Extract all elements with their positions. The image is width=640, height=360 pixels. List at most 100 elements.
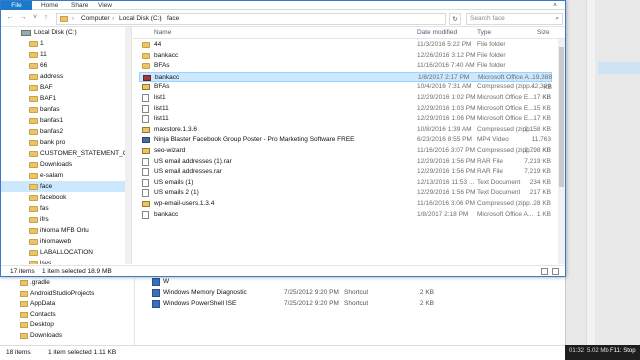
file-tab[interactable]: File bbox=[1, 1, 32, 10]
nav-item[interactable]: 1 bbox=[1, 38, 126, 49]
nav-item[interactable]: fas bbox=[1, 203, 126, 214]
nav-item[interactable]: ihiomaweb bbox=[1, 236, 126, 247]
zip-icon bbox=[142, 201, 150, 207]
file-type: Text Document bbox=[477, 178, 521, 186]
file-row[interactable]: list1 12/29/2016 1:02 PM Microsoft Office … bbox=[139, 93, 552, 104]
nav-item-label: LABALLOCATION bbox=[40, 249, 93, 256]
nav-item-label: address bbox=[40, 73, 64, 80]
nav-item-label: CUSTOMER_STATEMENT_OF_AC bbox=[40, 150, 126, 157]
breadcrumb-local-disk[interactable]: Local Disk (C:) bbox=[119, 14, 162, 24]
folder-icon bbox=[29, 195, 38, 201]
nav-item-label: fas bbox=[40, 205, 49, 212]
folder-icon bbox=[29, 239, 38, 245]
nav-item[interactable]: bank pro bbox=[1, 137, 126, 148]
file-row[interactable]: Ninja Blaster Facebook Group Poster - Pr… bbox=[139, 135, 552, 154]
nav-item[interactable]: address bbox=[1, 71, 126, 82]
folder-icon bbox=[20, 322, 28, 328]
nav-item[interactable]: e-salam bbox=[1, 170, 126, 181]
nav-item[interactable]: CUSTOMER_STATEMENT_OF_AC bbox=[1, 148, 126, 159]
background-nav-item[interactable]: .gradle bbox=[0, 278, 134, 289]
background-nav-item[interactable]: Downloads bbox=[0, 331, 134, 342]
large-icons-view-button[interactable] bbox=[552, 268, 559, 275]
nav-item[interactable]: BAF bbox=[1, 82, 126, 93]
column-size[interactable]: Size bbox=[537, 27, 550, 39]
background-nav-item[interactable]: AppData bbox=[0, 299, 134, 310]
nav-item[interactable]: banfas2 bbox=[1, 126, 126, 137]
background-file-row[interactable]: W bbox=[152, 276, 452, 287]
nav-item[interactable]: banfas1 bbox=[1, 115, 126, 126]
file-list-vertical-scrollbar[interactable] bbox=[558, 39, 565, 264]
nav-item[interactable]: ihioma MFB Orlu bbox=[1, 225, 126, 236]
nav-item[interactable]: Downloads bbox=[1, 159, 126, 170]
zip-icon bbox=[142, 126, 150, 133]
folder-icon bbox=[29, 63, 38, 69]
refresh-button[interactable]: ↻ bbox=[449, 13, 461, 25]
file-row[interactable]: US emails 2 (1) 12/29/2016 1:56 PM Text Do… bbox=[139, 188, 552, 199]
breadcrumb-face[interactable]: face bbox=[167, 14, 179, 24]
search-input[interactable]: Search face ⌕ bbox=[466, 13, 563, 25]
up-button[interactable]: ↑ bbox=[41, 13, 51, 23]
file-row[interactable]: seo-wizard 11/16/2016 3:07 PM Compressed (… bbox=[139, 146, 552, 157]
background-scrollbar[interactable] bbox=[586, 0, 595, 345]
nav-item[interactable]: LABALLOCATION bbox=[1, 247, 126, 258]
tab-home[interactable]: Home bbox=[41, 1, 58, 10]
doc-icon bbox=[142, 210, 149, 219]
background-file-row[interactable]: Windows PowerShell ISE 7/25/2012 9:20 PM S… bbox=[152, 298, 452, 309]
file-row[interactable]: list11 12/29/2016 1:03 PM Microsoft Office… bbox=[139, 104, 552, 115]
file-row[interactable]: US email addresses.rar 12/29/2016 1:56 PM… bbox=[139, 167, 552, 178]
recorder-stop-button[interactable]: F11: Stop bbox=[610, 348, 636, 354]
column-date[interactable]: Date modified bbox=[417, 27, 457, 39]
file-row[interactable]: BFAs 10/4/2016 7:31 AM Compressed (zipp...… bbox=[139, 82, 552, 101]
file-size: 2 KB bbox=[419, 289, 434, 296]
file-name: BFAs bbox=[154, 62, 170, 70]
column-type[interactable]: Type bbox=[477, 27, 491, 39]
scroll-thumb[interactable] bbox=[559, 47, 564, 187]
nav-item[interactable]: lsys bbox=[1, 258, 126, 264]
expand-ribbon-button[interactable]: ˄ bbox=[549, 1, 561, 10]
shortcut-icon bbox=[152, 289, 160, 297]
details-view-button[interactable] bbox=[541, 268, 548, 275]
background-nav-item[interactable]: Desktop bbox=[0, 320, 134, 331]
file-type: RAR File bbox=[477, 168, 504, 176]
file-type: Shortcut bbox=[344, 300, 369, 307]
nav-item[interactable]: 11 bbox=[1, 49, 126, 60]
file-row[interactable]: US emails (1) 12/13/2016 11:53 ... Text Do… bbox=[139, 178, 552, 189]
chevron-right-icon: › bbox=[112, 15, 115, 22]
breadcrumb-computer[interactable]: Computer bbox=[81, 14, 110, 24]
nav-item[interactable]: 66 bbox=[1, 60, 126, 71]
file-row[interactable]: US email addresses (1).rar 12/29/2016 1:5… bbox=[139, 157, 552, 168]
file-row[interactable]: maxstore.1.3.6 10/8/2016 1:39 AM Compresse… bbox=[139, 125, 552, 136]
file-size: 7,219 KB bbox=[524, 157, 551, 165]
nav-item[interactable]: ifrs bbox=[1, 214, 126, 225]
nav-item[interactable]: BAF1 bbox=[1, 93, 126, 104]
nav-item[interactable]: face bbox=[1, 181, 126, 192]
shortcut-icon bbox=[152, 300, 160, 308]
folder-icon bbox=[20, 290, 28, 297]
tab-view[interactable]: View bbox=[98, 1, 112, 10]
back-button[interactable]: ← bbox=[5, 13, 15, 23]
file-row[interactable]: BFAs 11/16/2016 7:40 AM File folder bbox=[139, 61, 552, 72]
column-name[interactable]: Name bbox=[154, 27, 171, 39]
file-row[interactable]: bankacc 1/8/2017 2:18 PM Microsoft Office … bbox=[139, 210, 552, 221]
background-file-row[interactable]: Windows Memory Diagnostic 7/25/2012 9:20 … bbox=[152, 287, 452, 298]
recent-locations-button[interactable]: ˅ bbox=[30, 13, 40, 23]
background-nav-item[interactable]: AndroidStudioProjects bbox=[0, 289, 134, 300]
tab-share[interactable]: Share bbox=[71, 1, 88, 10]
file-size: 17 KB bbox=[533, 94, 551, 101]
folder-icon bbox=[29, 52, 38, 58]
file-row[interactable]: list11 12/29/2016 1:06 PM Microsoft Office… bbox=[139, 114, 552, 125]
nav-item[interactable]: banfas bbox=[1, 104, 126, 115]
file-row[interactable]: 44 11/3/2016 5:22 PM File folder bbox=[139, 40, 552, 51]
path-box[interactable]: › Computer › Local Disk (C:) › face bbox=[56, 13, 446, 25]
file-row[interactable]: wp-email-users.1.3.4 11/16/2016 3:06 PM Co… bbox=[139, 199, 552, 210]
nav-scrollbar[interactable] bbox=[125, 27, 131, 264]
nav-item-local-disk[interactable]: Local Disk (C:) bbox=[1, 27, 126, 38]
file-date: 10/4/2016 7:31 AM bbox=[417, 83, 472, 91]
folder-icon bbox=[29, 107, 38, 113]
file-row[interactable]: bankacc 12/26/2016 3:12 PM File folder bbox=[139, 51, 552, 62]
file-size: 234 KB bbox=[529, 178, 551, 186]
background-nav-item[interactable]: Contacts bbox=[0, 310, 134, 321]
forward-button[interactable]: → bbox=[18, 13, 28, 23]
file-row[interactable]: bankacc 1/8/2017 2:17 PM Microsoft Office … bbox=[139, 71, 552, 91]
nav-item[interactable]: facebook bbox=[1, 192, 126, 203]
